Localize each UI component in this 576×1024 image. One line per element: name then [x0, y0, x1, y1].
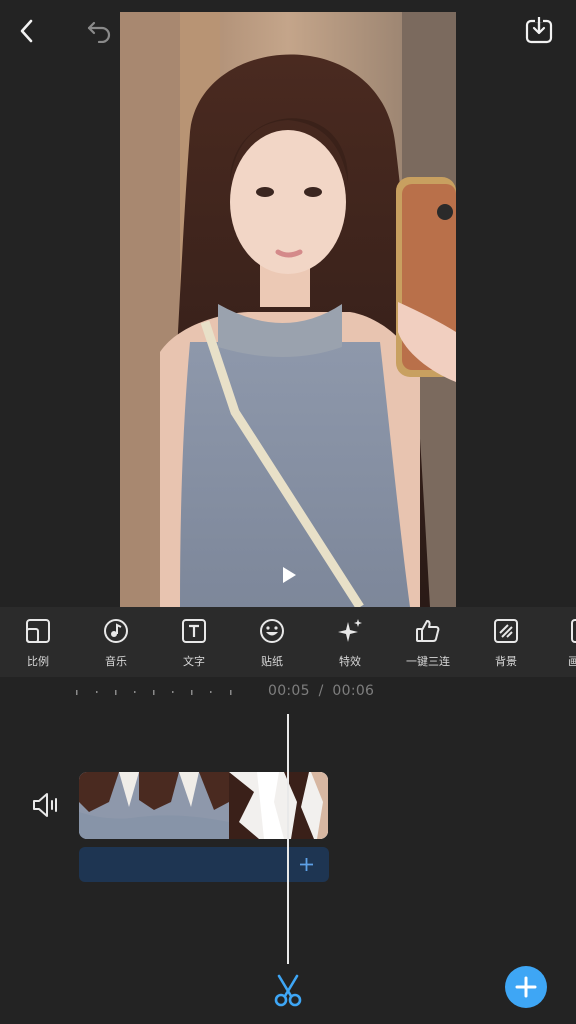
- sparkle-icon: [338, 619, 362, 642]
- tool-label: 特效: [339, 655, 361, 668]
- tool-label: 比例: [27, 655, 49, 668]
- background-icon: [494, 619, 518, 643]
- tool-triple[interactable]: 一键三连: [392, 617, 464, 669]
- tool-label: 画: [568, 655, 576, 668]
- download-icon: [525, 17, 553, 44]
- tool-text[interactable]: 文字: [158, 617, 230, 669]
- current-time: 00:05: [268, 683, 310, 699]
- plus-icon: [300, 858, 313, 871]
- add-media-button[interactable]: [505, 966, 547, 1008]
- total-time: 00:06: [332, 683, 375, 699]
- video-clip[interactable]: [79, 772, 328, 839]
- tool-sticker[interactable]: 贴纸: [236, 617, 308, 669]
- preview-image: [120, 12, 456, 607]
- scissors-icon: [274, 974, 302, 1007]
- cut-button[interactable]: [270, 972, 306, 1008]
- tool-label: 音乐: [105, 655, 127, 668]
- text-icon: [182, 619, 206, 643]
- time-separator: /: [318, 683, 324, 699]
- ratio-icon: [26, 619, 50, 643]
- video-preview[interactable]: [120, 12, 456, 607]
- time-display: 00:05 / 00:06: [268, 683, 374, 699]
- canvas-icon: [571, 619, 576, 643]
- tool-effects[interactable]: 特效: [314, 617, 386, 669]
- tool-label: 一键三连: [406, 655, 450, 668]
- tool-label: 贴纸: [261, 655, 283, 668]
- tool-background[interactable]: 背景: [470, 617, 542, 669]
- edit-toolbar: 比例 音乐 文字 贴纸 特效 一键三连 背景 画: [0, 607, 576, 677]
- audio-toggle[interactable]: [30, 790, 64, 822]
- export-button[interactable]: [522, 14, 556, 48]
- tool-canvas[interactable]: 画: [536, 617, 576, 669]
- volume-icon: [33, 793, 57, 817]
- thumbs-up-icon: [416, 620, 440, 642]
- clip-thumbnails: [79, 772, 328, 839]
- add-track-bar[interactable]: [79, 847, 329, 882]
- undo-button[interactable]: [82, 14, 116, 48]
- tool-label: 背景: [495, 655, 517, 668]
- back-button[interactable]: [10, 14, 44, 48]
- timeline-ruler: [76, 690, 232, 695]
- music-icon: [104, 619, 128, 643]
- sticker-icon: [260, 619, 284, 643]
- undo-icon: [87, 21, 111, 43]
- playhead[interactable]: [287, 714, 289, 964]
- play-icon[interactable]: [280, 566, 298, 584]
- tool-ratio[interactable]: 比例: [2, 617, 74, 669]
- back-icon: [20, 19, 33, 43]
- plus-icon: [515, 976, 537, 998]
- tool-music[interactable]: 音乐: [80, 617, 152, 669]
- tool-label: 文字: [183, 655, 205, 668]
